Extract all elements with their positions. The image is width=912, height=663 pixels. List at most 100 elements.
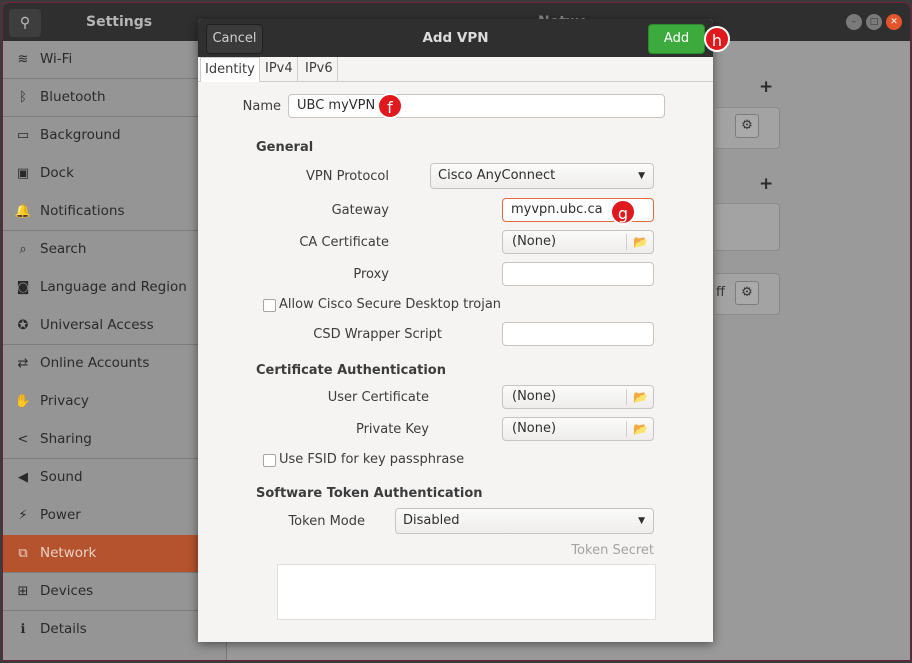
vpn-frame (715, 203, 780, 251)
sidebar-item-label: Search (40, 241, 87, 257)
identity-page: Name UBC myVPN General VPN Protocol Cisc… (198, 82, 713, 642)
sidebar-item-label: Online Accounts (40, 355, 150, 371)
private-key-value: (None) (512, 421, 557, 436)
share-icon: < (17, 432, 29, 447)
sidebar-item-label: Network (40, 545, 97, 561)
user-certificate-value: (None) (512, 389, 557, 404)
add-vpn-plus-icon[interactable]: + (759, 174, 773, 194)
dock-icon: ▣ (16, 166, 30, 181)
sidebar-item-label: Devices (40, 583, 94, 599)
ca-certificate-chooser[interactable]: (None) 📂 (502, 230, 654, 254)
search-icon: ⌕ (19, 242, 27, 257)
background-icon: ▭ (16, 128, 30, 143)
fsid-checkbox[interactable] (263, 454, 276, 467)
name-label: Name (242, 99, 281, 114)
sidebar-item-label: Power (40, 507, 81, 523)
sidebar-item-label: Notifications (40, 203, 125, 219)
token-secret-field[interactable] (277, 564, 656, 620)
add-button[interactable]: Add (648, 24, 705, 54)
online-accounts-icon: ⇄ (17, 356, 29, 371)
vpn-protocol-select[interactable]: Cisco AnyConnect ▼ (430, 163, 654, 189)
dialog-headerbar: Cancel Add VPN Add (198, 19, 713, 57)
folder-icon: 📂 (633, 422, 648, 436)
sidebar-item-label: Background (40, 127, 121, 143)
maximize-button[interactable]: □ (866, 14, 882, 30)
sidebar-item-background[interactable]: ▭ Background (3, 117, 226, 154)
gear-icon[interactable]: ⚙ (735, 281, 759, 305)
sidebar-item-online-accounts[interactable]: ⇄ Online Accounts (3, 345, 226, 382)
sidebar-item-power[interactable]: ⚡ Power (3, 497, 226, 534)
sidebar-item-label: Sharing (40, 431, 92, 447)
speaker-icon: ◀ (18, 470, 28, 485)
minimize-button[interactable]: – (846, 14, 862, 30)
desktop: ⚲ Settings Network – □ ✕ ≋ Wi-Fi ᛒ Bluetoot… (0, 0, 912, 663)
sidebar-item-label: Wi-Fi (40, 51, 73, 67)
token-mode-select[interactable]: Disabled ▼ (395, 508, 654, 534)
power-icon: ⚡ (18, 508, 28, 523)
sidebar-item-details[interactable]: ℹ Details (3, 611, 226, 648)
hand-icon: ✋ (14, 394, 32, 409)
proxy-label: Proxy (353, 267, 389, 282)
chevron-down-icon: ▼ (638, 171, 645, 181)
tab-ipv6[interactable]: IPv6 (301, 57, 338, 81)
network-icon: ⧉ (18, 546, 28, 561)
trojan-label: Allow Cisco Secure Desktop trojan (279, 297, 502, 312)
proxy-status-text: ff (716, 285, 725, 300)
chevron-down-icon: ▼ (638, 516, 645, 526)
folder-icon: 📂 (633, 235, 648, 249)
private-key-chooser[interactable]: (None) 📂 (502, 417, 654, 441)
dialog-title: Add VPN (422, 30, 489, 46)
trojan-checkbox[interactable] (263, 299, 276, 312)
sidebar-item-universal-access[interactable]: ✪ Universal Access (3, 307, 226, 345)
add-connection-plus-icon[interactable]: + (759, 77, 773, 97)
sidebar-item-devices[interactable]: ⊞ Devices (3, 573, 226, 611)
sidebar-item-label: Dock (40, 165, 74, 181)
general-heading: General (256, 140, 314, 155)
bluetooth-icon: ᛒ (19, 90, 27, 105)
accessibility-icon: ✪ (17, 318, 29, 333)
sidebar-item-language-and-region[interactable]: ◙ Language and Region (3, 269, 226, 306)
tab-bar: Identity IPv4 IPv6 (198, 57, 713, 82)
sidebar-item-label: Privacy (40, 393, 89, 409)
sidebar-item-notifications[interactable]: 🔔 Notifications (3, 193, 226, 231)
user-certificate-chooser[interactable]: (None) 📂 (502, 385, 654, 409)
search-icon: ⚲ (19, 15, 31, 31)
cert-auth-heading: Certificate Authentication (256, 363, 446, 378)
annotation-marker-f: f (377, 93, 403, 119)
proxy-field[interactable] (502, 262, 654, 286)
user-certificate-label: User Certificate (327, 390, 429, 405)
tab-identity[interactable]: Identity (200, 57, 260, 82)
gear-icon[interactable]: ⚙ (735, 114, 759, 138)
sidebar-item-sound[interactable]: ◀ Sound (3, 459, 226, 496)
gateway-label: Gateway (331, 203, 389, 218)
sidebar-item-bluetooth[interactable]: ᛒ Bluetooth (3, 79, 226, 117)
close-button[interactable]: ✕ (886, 14, 902, 30)
sidebar-item-label: Universal Access (40, 317, 154, 333)
search-button[interactable]: ⚲ (9, 9, 41, 37)
sidebar-item-search[interactable]: ⌕ Search (3, 231, 226, 268)
devices-icon: ⊞ (17, 584, 29, 599)
fsid-label: Use FSID for key passphrase (279, 452, 465, 467)
chooser-divider (626, 421, 627, 437)
camera-icon: ◙ (16, 280, 30, 295)
sidebar-item-network[interactable]: ⧉ Network (3, 535, 226, 573)
bell-icon: 🔔 (14, 204, 32, 219)
token-mode-label: Token Mode (288, 514, 365, 529)
chooser-divider (626, 389, 627, 405)
sidebar-item-wi-fi[interactable]: ≋ Wi-Fi (3, 41, 226, 79)
sidebar-item-dock[interactable]: ▣ Dock (3, 155, 226, 192)
add-vpn-dialog: Cancel Add VPN Add Identity IPv4 IPv6 Na… (198, 19, 713, 642)
tab-ipv4[interactable]: IPv4 (261, 57, 298, 81)
sidebar-item-label: Language and Region (40, 279, 187, 295)
sidebar-item-sharing[interactable]: < Sharing (3, 421, 226, 459)
sidebar-item-label: Bluetooth (40, 89, 106, 105)
window-controls: – □ ✕ (846, 14, 902, 30)
csd-wrapper-label: CSD Wrapper Script (313, 327, 442, 342)
name-field[interactable]: UBC myVPN (288, 94, 665, 118)
chooser-divider (626, 234, 627, 250)
sidebar-item-label: Details (40, 621, 87, 637)
sidebar-item-privacy[interactable]: ✋ Privacy (3, 383, 226, 420)
csd-wrapper-field[interactable] (502, 322, 654, 346)
ca-certificate-value: (None) (512, 234, 557, 249)
vpn-protocol-label: VPN Protocol (306, 169, 389, 184)
